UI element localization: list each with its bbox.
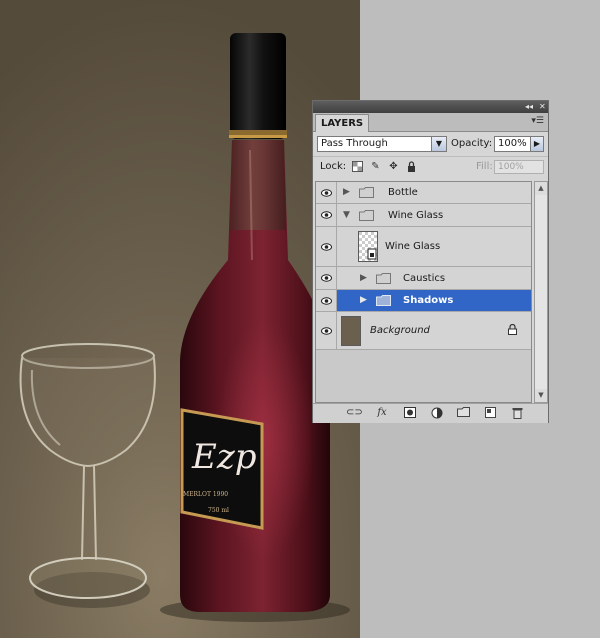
label-script-text: Ezp (191, 437, 257, 477)
blend-mode-select[interactable]: Pass Through ▼ (317, 136, 447, 152)
layer-name: Wine Glass (385, 241, 441, 252)
folder-icon (376, 295, 391, 306)
visibility-toggle[interactable] (316, 204, 337, 226)
lock-icon (507, 323, 518, 335)
tab-layers[interactable]: LAYERS (315, 114, 370, 132)
visibility-toggle[interactable] (316, 312, 337, 349)
collapse-arrow-icon[interactable]: ▼ (343, 210, 350, 220)
panel-tabs: LAYERS ▾☰ (313, 113, 548, 132)
add-mask-icon[interactable] (403, 407, 417, 419)
lock-row: Lock: ✎ ✥ Fill: 100% (313, 156, 548, 177)
scroll-down-icon[interactable]: ▼ (535, 389, 547, 402)
fill-value: 100% (498, 162, 524, 172)
layer-row-wine-glass-group[interactable]: ▼ Wine Glass (316, 204, 531, 227)
layer-name: Background (370, 325, 430, 336)
folder-icon (359, 187, 374, 198)
lock-transparent-icon[interactable] (352, 161, 363, 172)
eye-icon[interactable] (321, 242, 332, 251)
layer-list-scrollbar[interactable]: ▲ ▼ (534, 181, 548, 403)
layer-row-bottle[interactable]: ▶ Bottle (316, 182, 531, 204)
scroll-up-icon[interactable]: ▲ (535, 182, 547, 195)
layer-row-wine-glass[interactable]: Wine Glass (316, 227, 531, 267)
expand-arrow-icon[interactable]: ▶ (343, 187, 350, 197)
layer-row-background[interactable]: Background (316, 312, 531, 350)
opacity-input[interactable]: 100% ▶ (494, 136, 544, 152)
eye-icon[interactable] (321, 274, 332, 282)
eye-icon[interactable] (321, 326, 332, 335)
visibility-toggle[interactable] (316, 182, 337, 203)
blend-row: Pass Through ▼ Opacity: 100% ▶ (313, 132, 548, 156)
layer-row-caustics[interactable]: ▶ Caustics (316, 267, 531, 290)
lock-pixels-icon[interactable]: ✎ (370, 161, 381, 172)
opacity-value: 100% (498, 138, 527, 149)
label-volume-text: 750 ml (208, 507, 229, 514)
visibility-toggle[interactable] (316, 267, 337, 289)
opacity-label: Opacity: (451, 138, 493, 149)
collapse-icon[interactable]: ◂◂ (525, 101, 533, 113)
lock-all-icon[interactable] (406, 161, 417, 172)
visibility-toggle[interactable] (316, 227, 337, 266)
layer-name: Caustics (403, 273, 446, 284)
expand-arrow-icon[interactable]: ▶ (360, 273, 367, 283)
eye-icon[interactable] (321, 211, 332, 219)
adjustment-layer-icon[interactable] (430, 407, 444, 419)
layer-name: Shadows (403, 295, 454, 306)
chevron-down-icon[interactable]: ▼ (431, 137, 446, 151)
folder-icon (376, 273, 391, 284)
bottle-label: Ezp MERLOT 1990 750 ml (180, 408, 264, 530)
lock-label: Lock: (320, 161, 347, 172)
folder-icon (359, 210, 374, 221)
visibility-toggle[interactable] (316, 290, 337, 311)
eye-icon[interactable] (321, 188, 332, 197)
layer-row-shadows[interactable]: ▶ Shadows (316, 290, 531, 312)
layers-panel[interactable]: ◂◂ ✕ LAYERS ▾☰ Pass Through ▼ Opacity: 1… (312, 100, 549, 423)
layer-thumbnail (341, 316, 361, 346)
fill-input[interactable]: 100% (494, 160, 544, 174)
lock-position-icon[interactable]: ✥ (388, 161, 399, 172)
delete-layer-icon[interactable] (510, 407, 524, 419)
opacity-arrow-icon[interactable]: ▶ (530, 137, 543, 151)
panel-bottom-toolbar: ⊂⊃ fx (313, 403, 548, 423)
label-line-text: MERLOT 1990 (183, 491, 228, 498)
layer-thumbnail (358, 231, 378, 262)
fx-icon[interactable]: fx (375, 407, 389, 419)
eye-icon[interactable] (321, 296, 332, 305)
expand-arrow-icon[interactable]: ▶ (360, 295, 367, 305)
close-icon[interactable]: ✕ (539, 101, 546, 113)
fill-label: Fill: (476, 161, 493, 172)
blend-mode-value: Pass Through (321, 138, 388, 149)
new-group-icon[interactable] (456, 407, 470, 419)
layer-name: Bottle (388, 187, 418, 198)
layer-name: Wine Glass (388, 210, 444, 221)
layer-list[interactable]: ▶ Bottle ▼ Wine Glass Wine Glass ▶ Caust… (315, 181, 532, 403)
panel-titlebar[interactable]: ◂◂ ✕ (313, 101, 548, 113)
link-layers-icon[interactable]: ⊂⊃ (346, 407, 363, 419)
new-layer-icon[interactable] (483, 407, 497, 419)
panel-menu-icon[interactable]: ▾☰ (531, 116, 544, 126)
